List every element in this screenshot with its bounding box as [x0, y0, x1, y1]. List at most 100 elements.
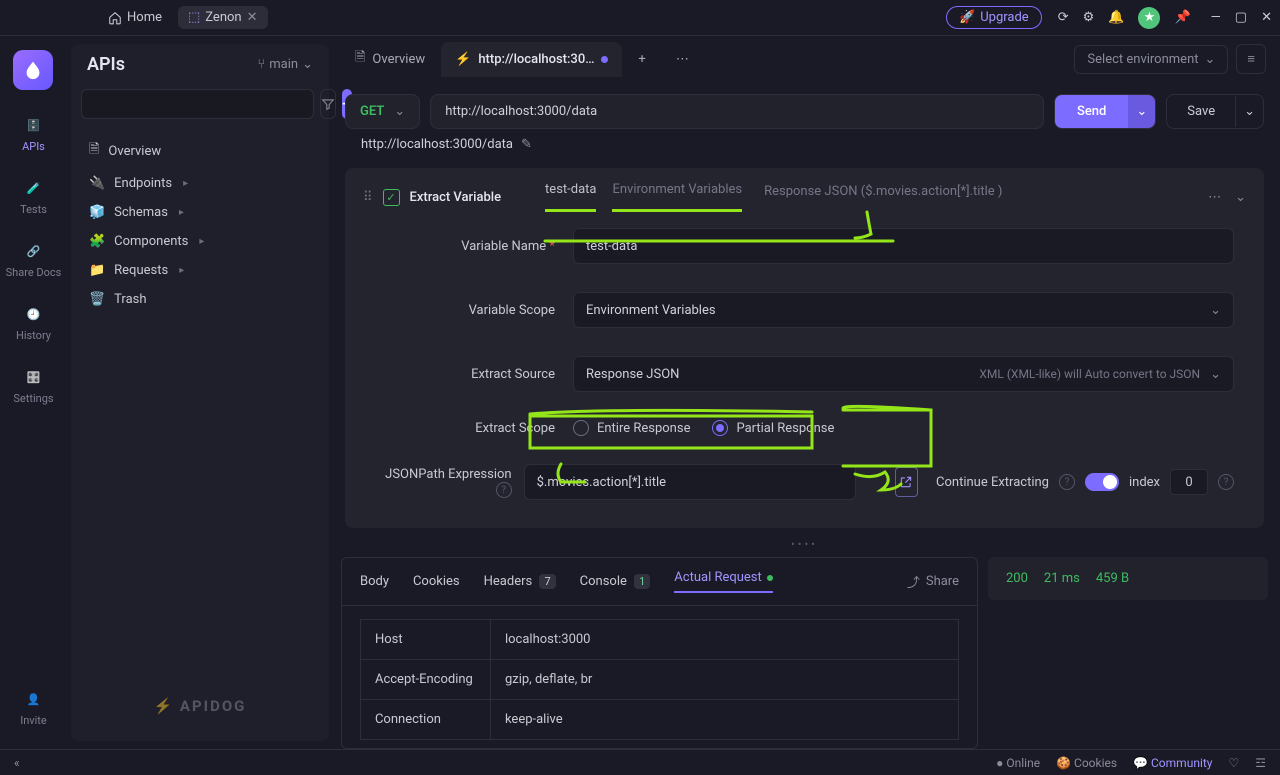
res-tab-cookies[interactable]: Cookies — [413, 574, 460, 589]
res-tab-headers[interactable]: Headers 7 — [484, 574, 556, 589]
checkbox-checked-icon[interactable]: ✓ — [383, 189, 400, 206]
table-row: Connectionkeep-alive — [360, 699, 959, 740]
environment-selector[interactable]: Select environment ⌄ — [1074, 45, 1228, 74]
collapse-icon[interactable]: « — [14, 756, 20, 770]
send-dropdown[interactable]: ⌄ — [1128, 95, 1155, 128]
drag-handle-icon[interactable]: ⠿ — [363, 190, 373, 205]
tab-more[interactable]: ⋯ — [662, 42, 703, 77]
tab-add[interactable]: + — [624, 42, 659, 77]
sidebar-item-label: Schemas — [114, 205, 168, 220]
notifications-icon[interactable]: ☲ — [1255, 756, 1266, 770]
minimize-icon[interactable]: — — [1211, 10, 1221, 25]
res-tab-body[interactable]: Body — [360, 574, 389, 589]
pane-resize-handle[interactable]: •••• — [333, 538, 1276, 551]
chevron-down-icon[interactable]: ⌄ — [1235, 190, 1246, 205]
continue-toggle[interactable] — [1085, 473, 1119, 491]
jsonpath-label: JSONPath Expression — [385, 467, 511, 482]
rail-tests[interactable]: 🧪 Tests — [20, 177, 47, 216]
chevron-down-icon: ⌄ — [1205, 52, 1216, 67]
radio-partial[interactable]: Partial Response — [712, 420, 834, 436]
variable-name-input[interactable]: test-data — [573, 228, 1234, 264]
header-value: keep-alive — [491, 700, 958, 739]
pin-icon[interactable]: 📌 — [1174, 10, 1190, 25]
dots-icon: ⋯ — [676, 52, 689, 67]
share-button[interactable]: ⤴ Share — [907, 572, 959, 591]
variable-scope-label: Variable Scope — [375, 303, 555, 318]
open-external-button[interactable] — [895, 467, 918, 497]
chevron-down-icon: ⌄ — [1210, 303, 1221, 318]
panel-menu-button[interactable]: ≡ — [1236, 44, 1266, 74]
refresh-icon[interactable]: ⟳ — [1058, 10, 1069, 25]
bell-icon[interactable]: 🔔 — [1108, 10, 1124, 25]
sidebar-item-requests[interactable]: 📁 Requests ▸ — [77, 256, 323, 285]
res-tab-actual[interactable]: Actual Request — [674, 570, 773, 593]
search-input[interactable] — [81, 89, 314, 119]
chevron-right-icon: ▸ — [179, 207, 184, 218]
rail-apis[interactable]: 🗄️ APIs — [22, 114, 45, 153]
puzzle-icon: 🧩 — [89, 234, 105, 249]
online-status[interactable]: ● Online — [996, 756, 1040, 770]
branch-selector[interactable]: ⑂ main ⌄ — [257, 57, 313, 72]
request-bar: GET ⌄ http://localhost:3000/data Send ⌄ … — [345, 94, 1264, 129]
sidebar-item-label: Components — [114, 234, 188, 249]
url-input[interactable]: http://localhost:3000/data — [430, 94, 1044, 129]
more-icon[interactable]: ⋯ — [1208, 190, 1221, 205]
radio-entire[interactable]: Entire Response — [573, 420, 691, 436]
project-tab[interactable]: ⬚ Zenon ✕ — [178, 6, 268, 29]
jsonpath-input[interactable]: $.movies.action[*].title — [524, 464, 856, 500]
tab-overview[interactable]: 🗎 Overview — [341, 38, 439, 80]
unsaved-dot-icon — [601, 56, 608, 63]
heart-icon[interactable]: ♡ — [1228, 756, 1239, 770]
home-tab[interactable]: Home — [98, 6, 172, 29]
rail-sharedocs[interactable]: 🔗 Share Docs — [6, 240, 62, 279]
res-tab-console[interactable]: Console 1 — [580, 574, 651, 589]
header-value: localhost:3000 — [491, 620, 958, 659]
sidebar-item-schemas[interactable]: 🧊 Schemas ▸ — [77, 198, 323, 227]
sidebar-item-endpoints[interactable]: 🔌 Endpoints ▸ — [77, 169, 323, 198]
gear-icon[interactable]: ⚙ — [1083, 10, 1095, 25]
edit-icon[interactable]: ✎ — [521, 137, 532, 152]
box-icon: ⬚ — [188, 10, 200, 25]
variable-scope-select[interactable]: Environment Variables ⌄ — [573, 292, 1234, 328]
send-button[interactable]: Send ⌄ — [1054, 94, 1156, 129]
sidebar-item-components[interactable]: 🧩 Components ▸ — [77, 227, 323, 256]
help-icon[interactable]: ? — [496, 482, 512, 498]
header-key: Accept-Encoding — [361, 660, 491, 699]
extract-source-select[interactable]: Response JSON XML (XML-like) will Auto c… — [573, 356, 1234, 392]
help-icon[interactable]: ? — [1059, 474, 1075, 490]
chevron-down-icon: ⌄ — [394, 104, 405, 119]
trash-icon: 🗑️ — [89, 292, 105, 307]
save-label: Save — [1167, 96, 1235, 127]
clock-icon: 🕘 — [22, 303, 44, 325]
console-count-badge: 1 — [634, 574, 650, 589]
community-link[interactable]: 💬 Community — [1133, 756, 1212, 770]
cube-icon: 🧊 — [89, 205, 105, 220]
sidebar-item-trash[interactable]: 🗑️ Trash — [77, 285, 323, 314]
url-value: http://localhost:3000/data — [445, 104, 597, 119]
save-dropdown[interactable]: ⌄ — [1235, 96, 1263, 127]
rail-history[interactable]: 🕘 History — [16, 303, 51, 342]
rail-settings[interactable]: 🎛️ Settings — [13, 366, 53, 405]
chevron-right-icon: ▸ — [199, 236, 204, 247]
app-logo[interactable] — [13, 50, 53, 90]
cookies-status[interactable]: 🍪 Cookies — [1056, 756, 1117, 770]
upgrade-button[interactable]: 🚀 Upgrade — [946, 6, 1042, 29]
status-code: 200 — [1006, 571, 1028, 586]
extract-sub2: Environment Variables — [612, 182, 742, 212]
tab-request[interactable]: ⚡ http://localhost:30… — [441, 42, 622, 77]
flask-icon: 🧪 — [22, 177, 44, 199]
save-button[interactable]: Save ⌄ — [1166, 94, 1264, 129]
method-label: GET — [360, 104, 384, 119]
sidebar-item-overview[interactable]: 🗎 Overview — [77, 133, 323, 169]
close-window-icon[interactable]: ✕ — [1261, 10, 1272, 25]
maximize-icon[interactable]: ▢ — [1235, 10, 1247, 25]
method-selector[interactable]: GET ⌄ — [345, 94, 420, 129]
close-icon[interactable]: ✕ — [247, 10, 258, 25]
jsonpath-value: $.movies.action[*].title — [537, 475, 666, 490]
sidebar-item-label: Trash — [114, 292, 146, 307]
index-input[interactable]: 0 — [1170, 469, 1208, 495]
help-icon[interactable]: ? — [1218, 474, 1234, 490]
rail-settings-label: Settings — [13, 392, 53, 405]
avatar[interactable]: ★ — [1138, 7, 1160, 29]
rail-invite[interactable]: 👤 Invite — [20, 688, 47, 727]
